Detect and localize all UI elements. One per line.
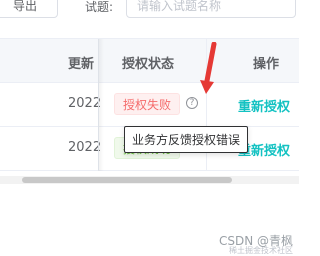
scrollbar-thumb[interactable] xyxy=(22,177,232,183)
exam-label: 试题: xyxy=(85,0,114,14)
exam-search-input[interactable]: 请输入试题名称 xyxy=(126,0,296,18)
header-update: 更新 xyxy=(68,57,95,72)
toolbar: 导出 试题: 请输入试题名称 xyxy=(0,0,299,38)
table-row: 2022 授权失败 ? 重新授权 xyxy=(0,83,299,127)
watermark: CSDN @青枫 xyxy=(218,234,293,248)
auth-status-fail-badge: 授权失败 xyxy=(114,93,181,115)
header-ops: 操作 xyxy=(253,57,280,72)
row-date: 2022 xyxy=(68,96,102,111)
data-table: 更新 授权状态 操作 2022 授权失败 ? 重新授权 2022 授权成功 重新… xyxy=(0,38,299,178)
horizontal-scrollbar[interactable] xyxy=(0,176,299,184)
export-label: 导出 xyxy=(12,0,37,13)
export-button[interactable]: 导出 xyxy=(0,0,58,18)
header-auth-status: 授权状态 xyxy=(122,57,175,72)
red-arrow-icon xyxy=(200,42,217,94)
fixed-column-shadow xyxy=(98,39,104,171)
table-header: 更新 授权状态 操作 xyxy=(0,39,299,83)
exam-search-placeholder: 请输入试题名称 xyxy=(137,0,222,13)
reauthorize-button[interactable]: 重新授权 xyxy=(238,96,290,115)
tooltip: 业务方反馈授权错误 xyxy=(124,126,249,153)
row-date: 2022 xyxy=(68,140,102,155)
